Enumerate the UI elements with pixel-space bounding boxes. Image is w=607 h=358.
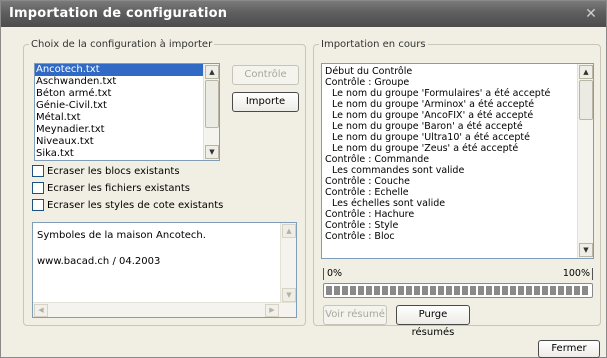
file-list-item[interactable]: Meynadier.txt <box>35 124 203 136</box>
checkbox-label: Ecraser les fichiers existants <box>47 183 190 194</box>
scroll-thumb[interactable] <box>205 80 219 128</box>
checkbox-label: Ecraser les blocs existants <box>47 166 180 177</box>
log-line: Les échelles sont valide <box>332 198 446 209</box>
log-line: Le nom du groupe 'Ultra10' a été accepté <box>332 132 530 143</box>
config-file-list[interactable]: Ancotech.txt Aschwanden.txt Béton armé.txt… <box>34 63 220 161</box>
controle-button[interactable]: Contrôle <box>232 65 299 85</box>
title-bar[interactable]: Importation de configuration ✕ <box>1 1 606 27</box>
progress-min-label: 0% <box>327 268 343 279</box>
importe-button[interactable]: Importe <box>232 92 299 112</box>
voir-resume-button[interactable]: Voir résumé <box>323 305 387 325</box>
import-log[interactable]: Début du Contrôle Contrôle : Groupe Le nom… <box>321 63 594 259</box>
file-list-item[interactable]: Ancotech.txt <box>35 64 203 76</box>
overwrite-dim-styles-checkbox[interactable]: Ecraser les styles de cote existants <box>32 199 223 213</box>
log-line: Contrôle : Echelle <box>325 187 409 198</box>
overwrite-files-checkbox[interactable]: Ecraser les fichiers existants <box>32 182 190 196</box>
config-description-text: Symboles de la maison Ancotech. www.baca… <box>37 229 206 281</box>
description-line: www.bacad.ch / 04.2003 <box>37 256 161 267</box>
log-scrollbar[interactable]: ▲ ▼ <box>577 64 593 258</box>
checkbox-label: Ecraser les styles de cote existants <box>47 200 224 211</box>
log-line: Le nom du groupe 'AncoFIX' a été accepté <box>332 110 534 121</box>
checkbox-box[interactable] <box>32 165 44 177</box>
progress-scale-tick <box>592 268 593 280</box>
log-line: Le nom du groupe 'Arminox' a été accepté <box>332 99 535 110</box>
progress-fill <box>326 286 590 295</box>
purge-resumes-button[interactable]: Purge résumés <box>396 305 470 338</box>
import-progress-bar <box>323 283 593 298</box>
file-list-item[interactable]: Niveaux.txt <box>35 136 203 148</box>
log-line: Contrôle : Style <box>325 220 399 231</box>
log-line: Le nom du groupe 'Formulaires' a été acc… <box>332 88 551 99</box>
scroll-down-icon[interactable]: ▼ <box>579 243 593 257</box>
scroll-down-icon[interactable]: ▼ <box>282 288 296 302</box>
scroll-down-icon[interactable]: ▼ <box>205 145 219 159</box>
checkbox-box[interactable] <box>32 199 44 211</box>
log-line: Contrôle : Groupe <box>325 77 410 88</box>
progress-max-label: 100% <box>562 268 590 279</box>
file-list-item[interactable]: Métal.txt <box>35 112 203 124</box>
scroll-up-icon[interactable]: ▲ <box>579 65 593 79</box>
scroll-up-icon[interactable]: ▲ <box>282 224 296 238</box>
log-line: Le nom du groupe 'Baron' a été accepté <box>332 121 523 132</box>
file-list-item[interactable]: Génie-Civil.txt <box>35 100 203 112</box>
log-line: Début du Contrôle <box>325 66 413 77</box>
window-title: Importation de configuration <box>9 6 228 21</box>
log-line: Le nom du groupe 'Zeus' a été accepté <box>332 143 519 154</box>
fermer-button[interactable]: Fermer <box>538 340 600 358</box>
close-icon[interactable]: ✕ <box>580 4 602 24</box>
scroll-left-icon[interactable]: ◀ <box>34 304 48 317</box>
import-dialog: Importation de configuration ✕ Choix de … <box>0 0 607 358</box>
description-line: Symboles de la maison Ancotech. <box>37 230 206 241</box>
import-progress-legend: Importation en cours <box>321 39 426 50</box>
log-line: Les commandes sont valide <box>332 165 465 176</box>
file-list-item[interactable]: Sika.txt <box>35 148 203 160</box>
log-line: Contrôle : Couche <box>325 176 410 187</box>
checkbox-box[interactable] <box>32 182 44 194</box>
description-hscrollbar[interactable]: ◀ ▶ <box>33 302 296 317</box>
scroll-thumb[interactable] <box>579 80 593 120</box>
scroll-up-icon[interactable]: ▲ <box>205 65 219 79</box>
log-line: Contrôle : Hachure <box>325 209 415 220</box>
file-list-item[interactable]: Béton armé.txt <box>35 88 203 100</box>
config-choice-legend: Choix de la configuration à importer <box>31 39 213 50</box>
scroll-right-icon[interactable]: ▶ <box>265 304 279 317</box>
file-list-item[interactable]: Aschwanden.txt <box>35 76 203 88</box>
description-vscrollbar[interactable]: ▲ ▼ <box>280 223 296 303</box>
log-line: Contrôle : Bloc <box>325 231 395 242</box>
log-line: Contrôle : Commande <box>325 154 430 165</box>
config-description-box[interactable]: Symboles de la maison Ancotech. www.baca… <box>32 222 297 318</box>
file-list-scrollbar[interactable]: ▲ ▼ <box>203 64 219 160</box>
progress-scale: 0% 100% <box>323 268 593 280</box>
overwrite-blocks-checkbox[interactable]: Ecraser les blocs existants <box>32 165 180 179</box>
